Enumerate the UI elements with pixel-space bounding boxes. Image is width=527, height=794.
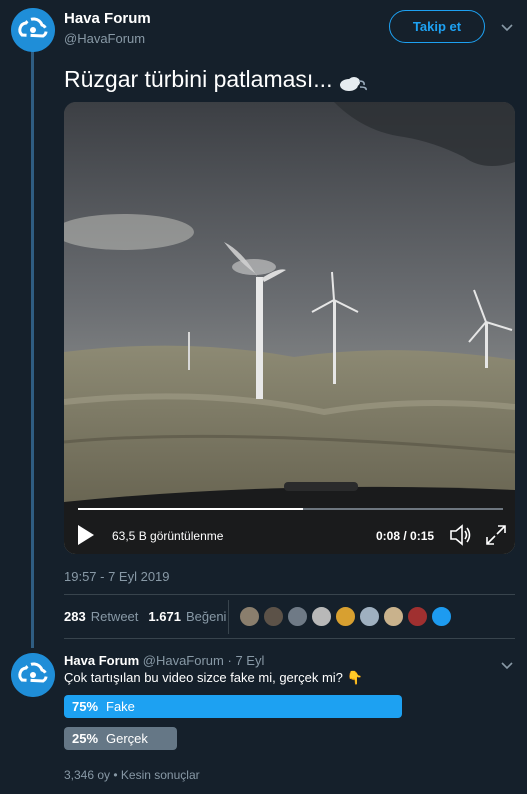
volume-icon[interactable] bbox=[449, 524, 473, 551]
poll-footer: 3,346 oy • Kesin sonuçlar bbox=[64, 768, 200, 782]
reply-age[interactable]: · 7 Eyl bbox=[228, 653, 265, 668]
video-timecode: 0:08 / 0:15 bbox=[376, 529, 435, 543]
account-handle[interactable]: @HavaForum bbox=[64, 31, 145, 46]
liker-avatar[interactable] bbox=[287, 606, 308, 627]
reply-header: Hava Forum @HavaForum · 7 Eyl bbox=[64, 653, 264, 668]
hava-forum-logo-icon bbox=[11, 8, 55, 52]
poll-option-label: Fake bbox=[106, 699, 135, 714]
poll-option-gercek: 25% Gerçek bbox=[64, 727, 177, 750]
tweet-stats: 283 Retweet 1.671 Beğeni bbox=[64, 609, 226, 624]
tweet-timestamp[interactable]: 19:57 - 7 Eyl 2019 bbox=[64, 569, 170, 584]
follow-button[interactable]: Takip et bbox=[389, 10, 485, 43]
account-name[interactable]: Hava Forum bbox=[64, 10, 151, 27]
reply-text: Çok tartışılan bu video sizce fake mi, g… bbox=[64, 670, 363, 685]
liker-avatar[interactable] bbox=[359, 606, 380, 627]
poll-option-fake: 75% Fake bbox=[64, 695, 403, 718]
poll-option-percent: 75% bbox=[72, 699, 99, 714]
like-count[interactable]: 1.671 bbox=[148, 609, 181, 624]
retweet-count[interactable]: 283 bbox=[64, 609, 86, 624]
avatar[interactable] bbox=[11, 8, 55, 52]
liker-avatars bbox=[239, 606, 452, 627]
liker-avatar[interactable] bbox=[335, 606, 356, 627]
retweet-label[interactable]: Retweet bbox=[91, 609, 139, 624]
wind-cloud-icon bbox=[338, 72, 368, 91]
chevron-down-icon[interactable] bbox=[501, 19, 513, 37]
chevron-down-icon[interactable] bbox=[501, 657, 513, 675]
fullscreen-icon[interactable] bbox=[485, 524, 507, 551]
poll-option-percent: 25% bbox=[72, 731, 99, 746]
tweet-text-content: Rüzgar türbini patlaması... bbox=[64, 66, 333, 92]
thread-line bbox=[31, 50, 34, 648]
liker-avatar[interactable] bbox=[383, 606, 404, 627]
liker-avatar[interactable] bbox=[431, 606, 452, 627]
play-icon[interactable] bbox=[78, 525, 94, 545]
video-player[interactable]: 63,5 B görüntülenme 0:08 / 0:15 bbox=[64, 102, 515, 554]
hava-forum-logo-icon bbox=[11, 653, 55, 697]
divider bbox=[64, 638, 515, 639]
liker-avatar[interactable] bbox=[311, 606, 332, 627]
like-label[interactable]: Beğeni bbox=[186, 609, 226, 624]
liker-avatar[interactable] bbox=[239, 606, 260, 627]
reply-avatar[interactable] bbox=[11, 653, 55, 697]
video-views: 63,5 B görüntülenme bbox=[112, 529, 224, 543]
liker-avatar[interactable] bbox=[263, 606, 284, 627]
tweet-text: Rüzgar türbini patlaması... bbox=[64, 66, 368, 93]
reply-account-handle[interactable]: @HavaForum bbox=[143, 653, 224, 668]
poll-option-label: Gerçek bbox=[106, 731, 148, 746]
stats-divider bbox=[228, 600, 229, 634]
video-progress-bar[interactable] bbox=[78, 508, 503, 510]
liker-avatar[interactable] bbox=[407, 606, 428, 627]
video-progress-fill bbox=[78, 508, 304, 510]
reply-account-name[interactable]: Hava Forum bbox=[64, 653, 139, 668]
video-frame bbox=[64, 102, 515, 554]
divider bbox=[64, 594, 515, 595]
